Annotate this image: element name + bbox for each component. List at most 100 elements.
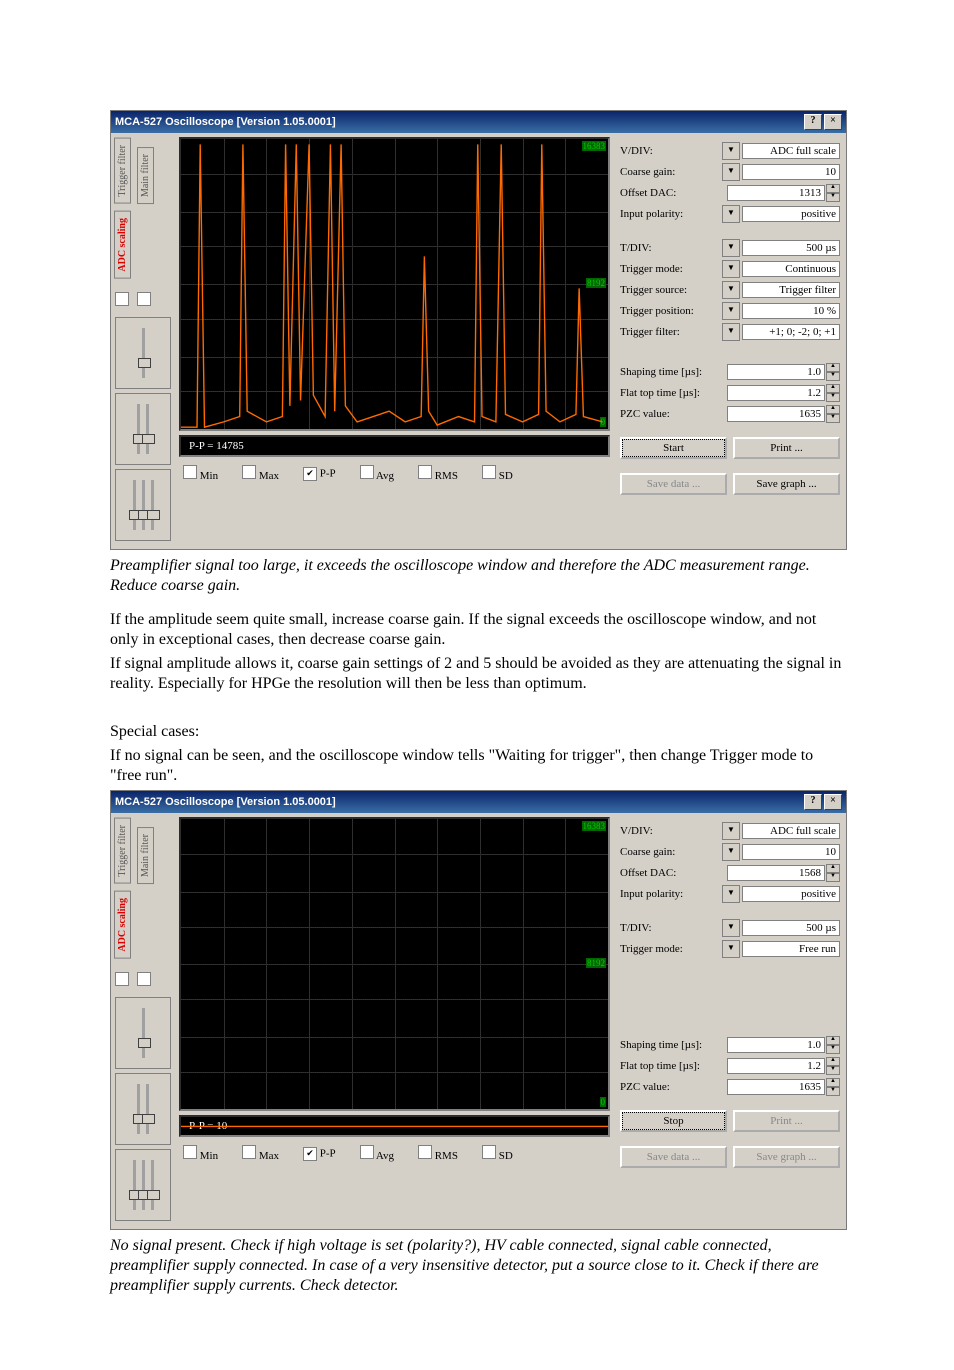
save-data-button[interactable]: Save data ... <box>620 473 727 495</box>
spinner[interactable]: ▲▼ <box>826 864 840 882</box>
chevron-down-icon[interactable]: ▼ <box>722 142 740 160</box>
paragraph-1: If the amplitude seem quite small, incre… <box>110 610 844 650</box>
vertical-slider[interactable] <box>151 480 154 530</box>
param-pzc: PZC value:1635▲▼ <box>620 405 840 423</box>
param-shaping-time: Shaping time [µs]:1.0▲▼ <box>620 1036 840 1054</box>
slider-group-1 <box>115 997 171 1069</box>
param-vdiv: V/DIV:▼ADC full scale <box>620 142 840 160</box>
save-data-button[interactable]: Save data ... <box>620 1146 727 1168</box>
vertical-slider[interactable] <box>137 404 140 454</box>
params-panel: V/DIV:▼ADC full scale Coarse gain:▼10 Of… <box>614 813 846 1229</box>
window-title: MCA-527 Oscilloscope [Version 1.05.0001] <box>115 116 336 128</box>
sidebar: Trigger filter Main filter ADC scaling <box>111 813 175 1229</box>
tab-trigger-filter[interactable]: Trigger filter <box>114 818 131 884</box>
check-min[interactable]: Min <box>183 1145 218 1162</box>
sidebar-check-2[interactable] <box>137 972 151 986</box>
vertical-slider[interactable] <box>146 1084 149 1134</box>
check-avg[interactable]: Avg <box>360 1145 394 1162</box>
slider-group-2 <box>115 393 171 465</box>
stop-button[interactable]: Stop <box>620 1110 727 1132</box>
spinner[interactable]: ▲▼ <box>826 184 840 202</box>
check-avg[interactable]: Avg <box>360 465 394 482</box>
chevron-down-icon[interactable]: ▼ <box>722 919 740 937</box>
vertical-slider[interactable] <box>146 404 149 454</box>
param-offset-dac: Offset DAC:1568▲▼ <box>620 864 840 882</box>
tab-trigger-filter[interactable]: Trigger filter <box>114 138 131 204</box>
plot-area: 16383 8192 0 <box>179 817 610 1111</box>
check-max[interactable]: Max <box>242 1145 279 1162</box>
sidebar: Trigger filter Main filter ADC scaling <box>111 133 175 549</box>
plot-area: 16383 8192 0 <box>179 137 610 431</box>
param-trigger-mode: Trigger mode:▼Free run <box>620 940 840 958</box>
param-input-polarity: Input polarity:▼positive <box>620 885 840 903</box>
close-button[interactable]: × <box>824 794 842 810</box>
param-flattop-time: Flat top time [µs]:1.2▲▼ <box>620 384 840 402</box>
waveform-icon <box>181 819 608 1129</box>
vertical-slider[interactable] <box>151 1160 154 1210</box>
help-button[interactable]: ? <box>804 114 822 130</box>
vertical-slider[interactable] <box>142 1008 145 1058</box>
sidebar-check-2[interactable] <box>137 292 151 306</box>
slider-group-1 <box>115 317 171 389</box>
check-sd[interactable]: SD <box>482 1145 513 1162</box>
check-min[interactable]: Min <box>183 465 218 482</box>
save-graph-button[interactable]: Save graph ... <box>733 473 840 495</box>
param-coarse-gain: Coarse gain:▼10 <box>620 843 840 861</box>
param-flattop-time: Flat top time [µs]:1.2▲▼ <box>620 1057 840 1075</box>
print-button[interactable]: Print ... <box>733 1110 840 1132</box>
param-trigger-mode: Trigger mode:▼Continuous <box>620 260 840 278</box>
param-trigger-source: Trigger source:▼Trigger filter <box>620 281 840 299</box>
param-coarse-gain: Coarse gain:▼10 <box>620 163 840 181</box>
spinner[interactable]: ▲▼ <box>826 1057 840 1075</box>
spinner[interactable]: ▲▼ <box>826 363 840 381</box>
print-button[interactable]: Print ... <box>733 437 840 459</box>
vertical-slider[interactable] <box>142 480 145 530</box>
oscilloscope-window-2: MCA-527 Oscilloscope [Version 1.05.0001]… <box>110 790 847 1230</box>
tab-main-filter[interactable]: Main filter <box>137 147 154 204</box>
tab-adc-scaling[interactable]: ADC scaling <box>114 211 131 279</box>
sidebar-check-1[interactable] <box>115 972 129 986</box>
chevron-down-icon[interactable]: ▼ <box>722 822 740 840</box>
chevron-down-icon[interactable]: ▼ <box>722 281 740 299</box>
start-button[interactable]: Start <box>620 437 727 459</box>
window-title: MCA-527 Oscilloscope [Version 1.05.0001] <box>115 796 336 808</box>
titlebar: MCA-527 Oscilloscope [Version 1.05.0001]… <box>111 111 846 133</box>
spinner[interactable]: ▲▼ <box>826 1078 840 1096</box>
chevron-down-icon[interactable]: ▼ <box>722 163 740 181</box>
vertical-slider[interactable] <box>133 1160 136 1210</box>
caption-1: Preamplifier signal too large, it exceed… <box>110 556 844 596</box>
check-sd[interactable]: SD <box>482 465 513 482</box>
chevron-down-icon[interactable]: ▼ <box>722 239 740 257</box>
chevron-down-icon[interactable]: ▼ <box>722 843 740 861</box>
check-rms[interactable]: RMS <box>418 1145 458 1162</box>
check-max[interactable]: Max <box>242 465 279 482</box>
param-offset-dac: Offset DAC:1313▲▼ <box>620 184 840 202</box>
chevron-down-icon[interactable]: ▼ <box>722 323 740 341</box>
vertical-slider[interactable] <box>133 480 136 530</box>
vertical-slider[interactable] <box>142 328 145 378</box>
vertical-slider[interactable] <box>142 1160 145 1210</box>
chevron-down-icon[interactable]: ▼ <box>722 940 740 958</box>
check-rms[interactable]: RMS <box>418 465 458 482</box>
paragraph-3: Special cases: <box>110 722 844 742</box>
chevron-down-icon[interactable]: ▼ <box>722 885 740 903</box>
waveform-icon <box>181 139 608 449</box>
sidebar-check-1[interactable] <box>115 292 129 306</box>
chevron-down-icon[interactable]: ▼ <box>722 205 740 223</box>
chevron-down-icon[interactable]: ▼ <box>722 302 740 320</box>
spinner[interactable]: ▲▼ <box>826 384 840 402</box>
vertical-slider[interactable] <box>137 1084 140 1134</box>
tab-main-filter[interactable]: Main filter <box>137 827 154 884</box>
tab-adc-scaling[interactable]: ADC scaling <box>114 891 131 959</box>
check-pp[interactable]: ✔ P-P <box>303 1147 336 1161</box>
spinner[interactable]: ▲▼ <box>826 1036 840 1054</box>
chevron-down-icon[interactable]: ▼ <box>722 260 740 278</box>
slider-group-3 <box>115 469 171 541</box>
check-pp[interactable]: ✔ P-P <box>303 467 336 481</box>
param-tdiv: T/DIV:▼500 µs <box>620 919 840 937</box>
save-graph-button[interactable]: Save graph ... <box>733 1146 840 1168</box>
close-button[interactable]: × <box>824 114 842 130</box>
params-panel: V/DIV:▼ADC full scale Coarse gain:▼10 Of… <box>614 133 846 549</box>
spinner[interactable]: ▲▼ <box>826 405 840 423</box>
help-button[interactable]: ? <box>804 794 822 810</box>
